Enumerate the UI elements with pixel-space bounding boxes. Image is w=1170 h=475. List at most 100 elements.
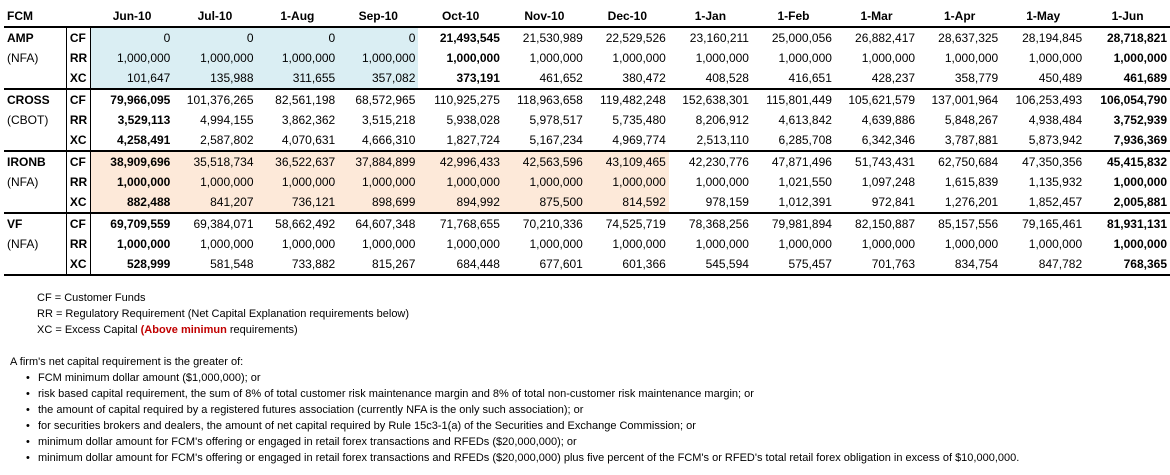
row-code: RR <box>65 172 92 192</box>
capital-table: FCM Jun-10 Jul-10 1-Aug Sep-10 Oct-10 No… <box>4 7 1170 276</box>
value-cell: 677,601 <box>502 254 586 276</box>
table-row: (NFA) RR 1,000,000 1,000,000 1,000,000 1,000,… <box>4 234 1170 254</box>
value-cell: 1,000,000 <box>1113 175 1167 189</box>
value-cell: 7,936,369 <box>1085 130 1170 152</box>
table-row: (CBOT) RR 3,529,113 4,994,155 3,862,362 3,515… <box>4 110 1170 130</box>
value-cell: 3,787,881 <box>918 130 1002 152</box>
month-header: Nov-10 <box>502 7 586 28</box>
table-row: (NFA) RR 1,000,000 1,000,000 1,000,000 1,000,… <box>4 48 1170 68</box>
note-item: FCM minimum dollar amount ($1,000,000); … <box>26 370 1165 386</box>
month-header: Jun-10 <box>90 7 174 28</box>
row-code: RR <box>65 48 92 68</box>
table-row: VF CF 69,709,559 69,384,071 58,662,492 64,607… <box>4 213 1170 234</box>
value-cell: 1,000,000 <box>90 172 174 192</box>
value-cell: 43,109,465 <box>585 151 669 172</box>
value-cell: 135,988 <box>173 68 257 90</box>
value-cell: 1,000,000 <box>502 172 586 192</box>
value-cell: 5,167,234 <box>502 130 586 152</box>
value-cell: 1,000,000 <box>256 48 339 68</box>
value-cell: 1,000,000 <box>778 237 832 251</box>
value-cell: 85,157,556 <box>938 217 999 231</box>
value-cell: 1,000,000 <box>116 237 171 251</box>
legend: CF = Customer Funds RR = Regulatory Requ… <box>37 290 409 338</box>
firm-regulator: (NFA) <box>7 175 39 189</box>
value-cell: 2,513,110 <box>668 130 752 152</box>
value-cell: 1,000,000 <box>529 51 583 65</box>
value-cell: 1,000,000 <box>695 237 749 251</box>
value-cell: 82,561,198 <box>275 93 336 107</box>
table-row: AMP CF 0 0 0 0 21,493,545 21,530,989 22,529,526 2… <box>4 27 1170 48</box>
value-cell: 1,097,248 <box>861 175 916 189</box>
value-cell: 74,525,719 <box>605 217 666 231</box>
value-cell: 37,884,899 <box>338 151 419 172</box>
value-cell: 71,768,655 <box>439 217 500 231</box>
value-cell: 6,285,708 <box>751 130 835 152</box>
value-cell: 0 <box>90 27 174 48</box>
value-cell: 6,342,346 <box>834 130 919 152</box>
firm-name: IRONB <box>7 155 46 169</box>
table-body: AMP CF 0 0 0 0 21,493,545 21,530,989 22,529,526 2… <box>4 27 1170 276</box>
value-cell: 42,230,776 <box>688 155 749 169</box>
value-cell: 1,000,000 <box>944 51 999 65</box>
value-cell: 5,978,517 <box>529 113 583 127</box>
value-cell: 21,530,989 <box>522 31 583 45</box>
value-cell: 22,529,526 <box>605 31 666 45</box>
firm-regulator: (NFA) <box>7 237 39 251</box>
value-cell: 23,160,211 <box>689 31 749 45</box>
value-cell: 26,882,417 <box>855 31 916 45</box>
value-cell: 358,779 <box>918 68 1002 90</box>
firm-spacer <box>4 130 67 152</box>
value-cell: 25,000,056 <box>771 31 832 45</box>
month-header: Jul-10 <box>173 7 257 28</box>
value-cell: 357,082 <box>338 68 419 90</box>
value-cell: 1,000,000 <box>446 51 500 65</box>
value-cell: 1,000,000 <box>612 237 666 251</box>
row-code: XC <box>65 192 92 214</box>
value-cell: 814,592 <box>585 192 669 214</box>
value-cell: 380,472 <box>585 68 669 90</box>
value-cell: 70,210,336 <box>522 217 583 231</box>
value-cell: 38,909,696 <box>90 151 174 172</box>
row-code: CF <box>65 89 92 110</box>
value-cell: 8,206,912 <box>695 113 749 127</box>
value-cell: 1,615,839 <box>944 175 999 189</box>
value-cell: 2,005,881 <box>1085 192 1170 214</box>
value-cell: 882,488 <box>90 192 174 214</box>
value-cell: 152,638,301 <box>682 93 749 107</box>
value-cell: 1,000,000 <box>90 48 174 68</box>
value-cell: 1,000,000 <box>861 51 916 65</box>
value-cell: 4,613,842 <box>778 113 832 127</box>
value-cell: 105,621,579 <box>848 93 916 107</box>
value-cell: 545,594 <box>668 254 752 276</box>
value-cell: 1,000,000 <box>338 48 419 68</box>
month-header: 1-Feb <box>751 7 835 28</box>
value-cell: 733,882 <box>256 254 339 276</box>
value-cell: 461,652 <box>502 68 586 90</box>
value-cell: 42,563,596 <box>502 151 586 172</box>
value-cell: 1,000,000 <box>861 237 916 251</box>
value-cell: 373,191 <box>418 68 503 90</box>
legend-cf: CF = Customer Funds <box>37 292 146 304</box>
value-cell: 28,718,821 <box>1106 31 1167 45</box>
firm-spacer <box>4 254 67 276</box>
value-cell: 137,001,964 <box>931 93 999 107</box>
month-header: 1-Apr <box>918 7 1002 28</box>
firm-name: AMP <box>7 31 34 45</box>
value-cell: 5,735,480 <box>612 113 666 127</box>
header-row: FCM Jun-10 Jul-10 1-Aug Sep-10 Oct-10 No… <box>4 7 1170 28</box>
value-cell: 3,515,218 <box>361 113 416 127</box>
note-item: the amount of capital required by a regi… <box>26 402 1165 418</box>
value-cell: 978,159 <box>668 192 752 214</box>
firm-regulator: (NFA) <box>7 51 39 65</box>
legend-xc: XC = Excess Capital (Above minimun requi… <box>37 322 409 338</box>
value-cell: 81,931,131 <box>1106 217 1167 231</box>
value-cell: 972,841 <box>834 192 919 214</box>
value-cell: 1,000,000 <box>1113 237 1167 251</box>
value-cell: 1,012,391 <box>751 192 835 214</box>
note-item: for securities brokers and dealers, the … <box>26 418 1165 434</box>
value-cell: 684,448 <box>418 254 503 276</box>
value-cell: 1,000,000 <box>1028 51 1083 65</box>
value-cell: 4,969,774 <box>585 130 669 152</box>
value-cell: 4,258,491 <box>90 130 174 152</box>
value-cell: 1,000,000 <box>361 237 416 251</box>
